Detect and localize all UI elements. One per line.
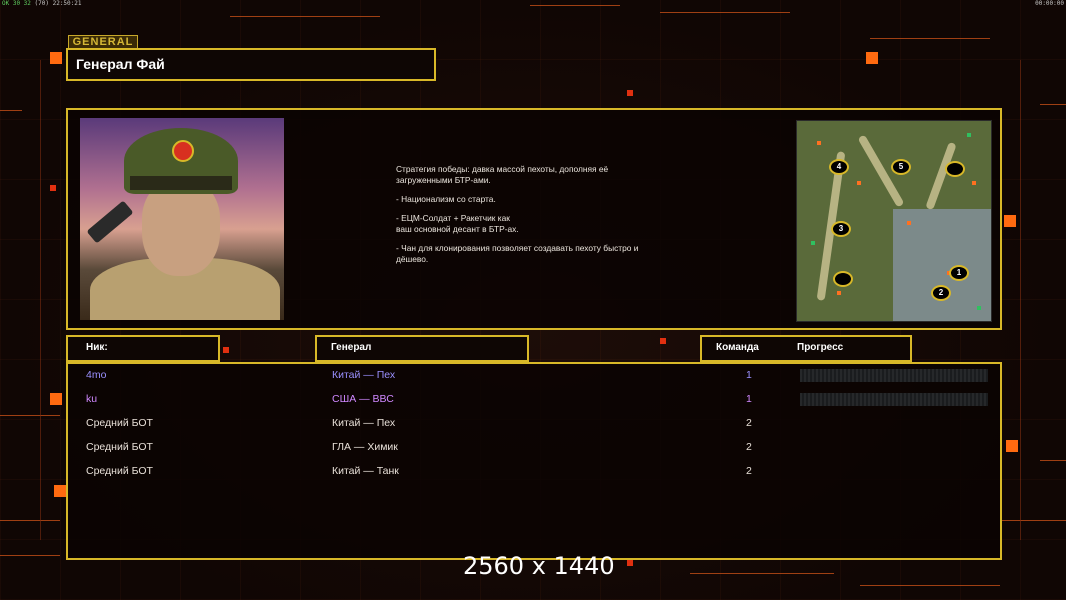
portrait-cap-band <box>130 176 232 190</box>
player-row: Средний БОТ Китай — Танк 2 <box>68 462 1000 482</box>
deco-square <box>866 52 878 64</box>
player-row: ku США — ВВС 1 <box>68 390 1000 410</box>
players-panel: 4mo Китай — Пех 1 ku США — ВВС 1 Средний… <box>66 362 1002 560</box>
map-structure <box>972 181 976 185</box>
player-nick: 4mo <box>86 369 107 381</box>
map-resource <box>967 133 971 137</box>
header-general: Генерал <box>315 335 529 362</box>
player-general: Китай — Пех <box>332 417 396 429</box>
portrait-cap-badge <box>172 140 194 162</box>
deco-square <box>50 52 62 64</box>
deco-line <box>870 38 990 39</box>
header-general-label: Генерал <box>331 342 372 353</box>
map-start-slot <box>833 271 853 287</box>
player-nick: Средний БОТ <box>86 465 153 477</box>
deco-square <box>1006 440 1018 452</box>
player-team: 2 <box>746 465 752 477</box>
deco-line <box>660 12 790 13</box>
map-start-slot: 1 <box>949 265 969 281</box>
deco-line <box>1040 104 1066 105</box>
deco-line <box>1040 460 1066 461</box>
deco-line <box>530 5 620 6</box>
player-nick: Средний БОТ <box>86 417 153 429</box>
map-resource <box>811 241 815 245</box>
deco-vline <box>1020 60 1021 540</box>
briefing-line: - Чан для клонирования позволяет создава… <box>396 243 639 264</box>
deco-line <box>860 585 1000 586</box>
map-structure <box>907 221 911 225</box>
portrait-revolver <box>86 200 134 244</box>
general-info-panel: Стратегия победы: давка массой пехоты, д… <box>66 108 1002 330</box>
deco-line <box>0 415 60 416</box>
map-structure <box>837 291 841 295</box>
deco-square <box>660 338 666 344</box>
portrait-face <box>142 180 220 276</box>
player-general: Китай — Пех <box>332 369 396 381</box>
deco-square <box>50 185 56 191</box>
map-structure <box>857 181 861 185</box>
map-start-slot: 4 <box>829 159 849 175</box>
deco-line <box>690 573 834 574</box>
general-name: Генерал Фай <box>76 56 165 72</box>
deco-vline <box>40 60 41 540</box>
player-team: 1 <box>746 369 752 381</box>
deco-square <box>627 560 633 566</box>
map-preview: 4 5 3 1 2 <box>796 120 992 322</box>
player-team: 1 <box>746 393 752 405</box>
player-progress-bar <box>800 369 988 382</box>
clock: 00:00:00 <box>1035 0 1064 7</box>
player-general: ГЛА — Химик <box>332 441 398 453</box>
map-start-slot <box>945 161 965 177</box>
deco-line <box>0 555 60 556</box>
player-progress-bar <box>800 393 988 406</box>
map-start-slot: 5 <box>891 159 911 175</box>
briefing-line: Стратегия победы: давка массой пехоты, д… <box>396 164 609 185</box>
map-start-slot: 2 <box>931 285 951 301</box>
general-portrait <box>80 118 284 320</box>
player-team: 2 <box>746 417 752 429</box>
deco-square <box>627 90 633 96</box>
deco-square <box>50 393 62 405</box>
deco-square <box>223 347 229 353</box>
player-row: Средний БОТ Китай — Пех 2 <box>68 414 1000 434</box>
player-nick: Средний БОТ <box>86 441 153 453</box>
header-team-progress: Команда Прогресс <box>700 335 912 362</box>
briefing-line: - Национализм со старта. <box>396 194 496 204</box>
deco-square <box>54 485 66 497</box>
header-progress-label: Прогресс <box>797 342 844 353</box>
player-team: 2 <box>746 441 752 453</box>
general-title-box: Генерал Фай <box>66 48 436 81</box>
strategy-briefing: Стратегия победы: давка массой пехоты, д… <box>396 164 696 273</box>
header-team-label: Команда <box>716 342 759 353</box>
resolution-overlay: 2560 x 1440 <box>463 552 615 580</box>
status-time: (70) 22:50:21 <box>34 0 82 7</box>
player-general: США — ВВС <box>332 393 394 405</box>
map-structure <box>817 141 821 145</box>
deco-line <box>1002 520 1066 521</box>
map-resource <box>977 306 981 310</box>
map-start-slot: 3 <box>831 221 851 237</box>
briefing-line: - ЕЦМ-Солдат + Ракетчик как ваш основной… <box>396 213 519 234</box>
player-nick: ku <box>86 393 98 405</box>
status-bar: OK 30 32 (70) 22:50:21 <box>2 0 82 7</box>
header-nick-label: Ник: <box>86 342 108 353</box>
deco-line <box>0 110 22 111</box>
deco-line <box>230 16 380 17</box>
player-general: Китай — Танк <box>332 465 399 477</box>
player-row: Средний БОТ ГЛА — Химик 2 <box>68 438 1000 458</box>
deco-line <box>0 520 60 521</box>
player-row: 4mo Китай — Пех 1 <box>68 366 1000 386</box>
fps-readout: OK 30 32 <box>2 0 31 7</box>
header-nick: Ник: <box>66 335 220 362</box>
deco-square <box>1004 215 1016 227</box>
